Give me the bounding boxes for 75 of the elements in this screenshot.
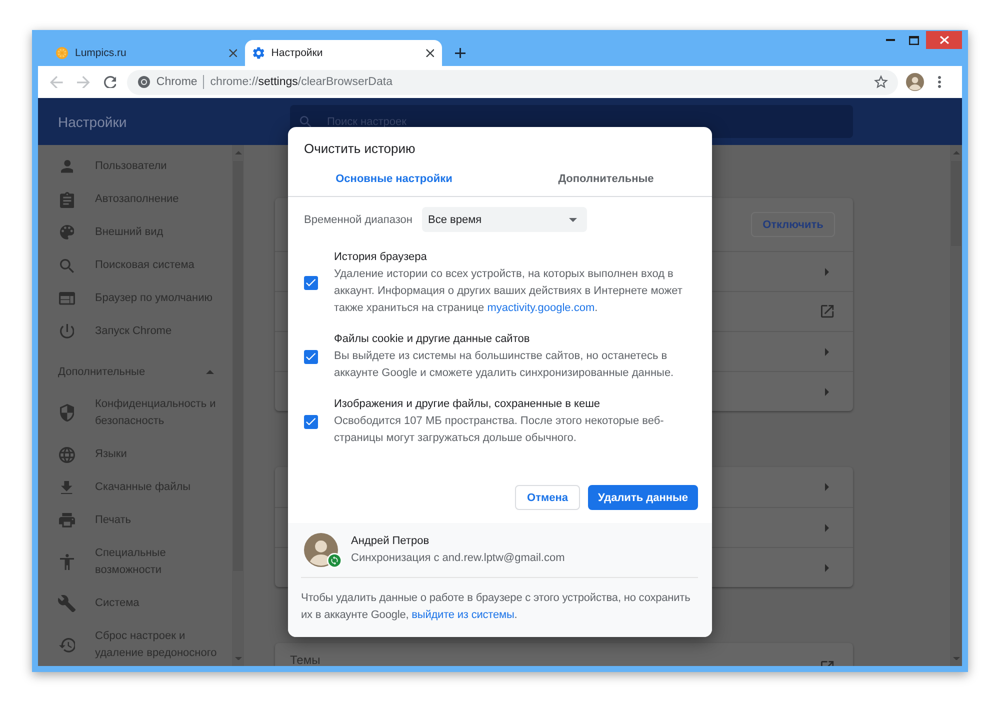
history-icon [58, 638, 76, 653]
avatar-icon[interactable] [906, 73, 924, 91]
option-description: Вы выйдете из системы на большинстве сайтов, но останетесь в аккаунте Google и сможете удалить синхронизированные данные. [334, 349, 675, 381]
browser-tab[interactable]: Lumpics.ru [48, 40, 245, 66]
citrus-slice-icon [56, 47, 68, 59]
power-icon [60, 324, 74, 339]
scroll-up-icon[interactable] [952, 151, 960, 154]
cancel-button[interactable]: Отмена [515, 485, 580, 510]
close-button[interactable] [926, 31, 962, 49]
maximize-icon [909, 36, 919, 44]
external-link-icon[interactable] [821, 661, 834, 666]
search-icon [300, 116, 312, 128]
menu-icon[interactable] [938, 76, 942, 88]
caret-right-icon[interactable] [825, 268, 829, 276]
clipboard-icon [60, 192, 74, 208]
sync-status: Синхронизация с and.rew.lptw@gmail.com [351, 551, 565, 566]
close-icon[interactable] [228, 48, 237, 58]
caret-right-icon[interactable] [825, 388, 829, 396]
star-icon[interactable] [874, 75, 888, 89]
caret-right-icon[interactable] [825, 348, 829, 356]
dialog-tab[interactable]: Основные настройки [288, 165, 500, 196]
browser-logo-icon [138, 76, 150, 88]
download-icon [61, 480, 73, 494]
close-icon [940, 36, 948, 44]
option-title: Изображения и другие файлы, сохраненные в кеше [334, 397, 602, 412]
site-label: Chrome [156, 76, 198, 88]
external-link-icon[interactable] [821, 305, 834, 318]
checkmark-icon [306, 352, 316, 360]
time-range-select[interactable]: Все время [422, 207, 587, 232]
caret-right-icon[interactable] [825, 564, 829, 572]
caret-down-icon [569, 218, 577, 222]
option-title: Файлы cookie и другие данные сайтов [334, 332, 531, 347]
checkmark-icon [306, 279, 316, 287]
caret-right-icon[interactable] [825, 483, 829, 491]
accessibility-icon [60, 554, 74, 570]
url-text[interactable]: chrome://settings/clearBrowserData [210, 76, 392, 88]
settings-title: Настройки [57, 114, 128, 130]
sign-out-link[interactable]: выйдите из системы [412, 609, 514, 621]
settings-icon [253, 47, 264, 59]
dialog-title: Очистить историю [303, 140, 416, 158]
row-label: Темы [290, 654, 320, 666]
option-description: Удаление истории со всех устройств, на которых выполнен вход в аккаунт. Информация о других ваших действиях в Интернете может также храниться на странице myactivity.google.com. [334, 267, 684, 316]
address-bar[interactable]: Chrome chrome://settings/clearBrowserData [127, 70, 898, 94]
close-icon[interactable] [426, 48, 434, 58]
checkmark-icon [306, 418, 316, 426]
printer-icon [59, 513, 75, 528]
activity-link[interactable]: myactivity.google.com [487, 302, 595, 314]
option-description: Освободится 107 МБ пространства. После этого некоторые веб-страницы могут загружаться дольше обычного. [334, 414, 665, 446]
sync-badge-icon [327, 553, 342, 568]
option-title: История браузера [334, 250, 428, 265]
delete-data-button[interactable]: Удалить данные [588, 485, 698, 510]
reload-icon[interactable] [104, 76, 116, 88]
browser-tab[interactable]: Настройки [245, 40, 442, 66]
minimize-icon [886, 39, 894, 41]
globe-icon [59, 446, 75, 462]
time-range-label: Временной диапазон [304, 214, 414, 226]
turn-off-button[interactable]: Отключить [751, 212, 835, 237]
dialog-tab[interactable]: Дополнительные [500, 165, 712, 196]
scroll-up-icon[interactable] [234, 151, 242, 154]
plus-icon[interactable] [455, 48, 466, 58]
account-name: Андрей Петров [351, 534, 430, 549]
browser-window-icon [59, 292, 75, 305]
checkbox[interactable] [304, 276, 318, 290]
wrench-icon [58, 595, 76, 612]
scroll-down-icon[interactable] [952, 656, 960, 660]
shield-icon [60, 404, 74, 422]
palette-icon [60, 225, 74, 240]
scrollbar-thumb[interactable] [951, 160, 961, 246]
search-icon [60, 258, 74, 272]
caret-right-icon[interactable] [825, 524, 829, 532]
sign-out-note: Чтобы удалить данные о работе в браузере с этого устройства, но сохранить их в аккаунте Google, выйдите из системы. [301, 591, 692, 623]
person-icon [60, 160, 74, 173]
checkbox[interactable] [304, 350, 318, 364]
checkbox[interactable] [304, 414, 318, 428]
scroll-down-icon[interactable] [234, 656, 242, 660]
